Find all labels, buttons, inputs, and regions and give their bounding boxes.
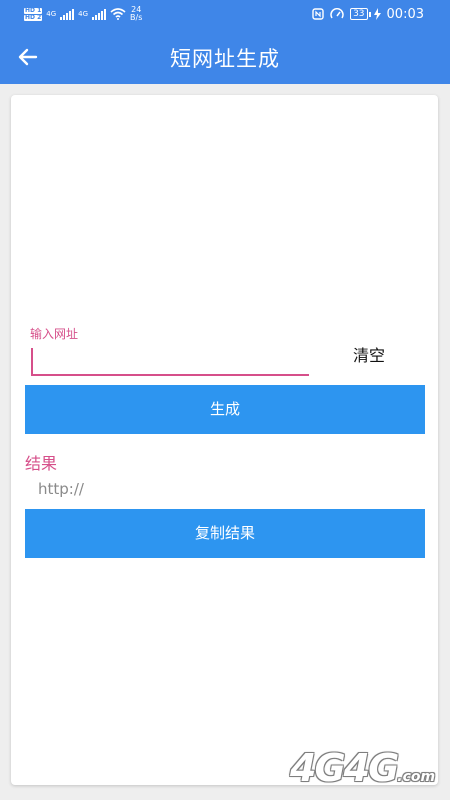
charging-icon — [373, 8, 381, 20]
signal-2-icon — [92, 8, 107, 20]
wifi-icon — [110, 8, 126, 20]
nfc-icon — [312, 8, 324, 20]
signal-1-icon — [60, 8, 75, 20]
status-right: 33 00:03 — [312, 6, 424, 22]
url-input-label: 输入网址 — [30, 327, 79, 341]
hd-badges: HD 1 HD 2 — [24, 6, 43, 21]
status-bar: HD 1 HD 2 4G 4G 24 B/s 33 00:03 — [0, 0, 450, 28]
page-title: 短网址生成 — [170, 47, 280, 71]
copy-result-button[interactable]: 复制结果 — [25, 509, 425, 558]
status-left: HD 1 HD 2 4G 4G 24 B/s — [24, 5, 142, 23]
speedometer-icon — [330, 8, 344, 19]
result-label: 结果 — [25, 454, 58, 473]
main-card — [11, 95, 438, 785]
hd-badge-1: HD 1 — [24, 6, 43, 14]
url-input[interactable] — [31, 348, 33, 374]
clock: 00:03 — [386, 6, 424, 22]
url-input-underline — [31, 374, 309, 376]
hd-badge-2: HD 2 — [24, 13, 43, 21]
battery-icon: 33 — [350, 8, 372, 20]
generate-button[interactable]: 生成 — [25, 385, 425, 434]
clear-button[interactable]: 清空 — [338, 342, 400, 370]
watermark-text: 4G4G — [290, 746, 399, 790]
network-type-2: 4G — [78, 10, 89, 18]
watermark-logo: 4G4G.com — [290, 746, 440, 794]
network-type-1: 4G — [46, 10, 57, 18]
watermark-suffix: .com — [397, 769, 436, 785]
result-value: http:// — [38, 480, 84, 498]
network-speed: 24 B/s — [130, 6, 142, 22]
network-speed-unit: B/s — [130, 13, 143, 22]
